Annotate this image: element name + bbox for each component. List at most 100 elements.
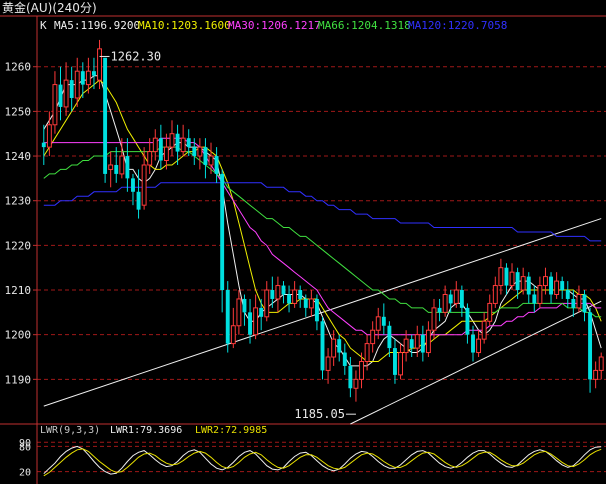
candle bbox=[169, 120, 175, 157]
candle bbox=[264, 281, 270, 322]
candle-body bbox=[442, 293, 448, 313]
lwr-tick-label: 90 bbox=[19, 438, 31, 449]
candle bbox=[526, 272, 531, 304]
legend-lwr1: LWR1:79.3696 bbox=[110, 425, 182, 436]
candle bbox=[214, 147, 219, 183]
candle-body bbox=[409, 339, 414, 349]
candle bbox=[275, 276, 281, 313]
chart-header: 黄金(AU)(240分) bbox=[2, 0, 97, 15]
candle-body bbox=[270, 290, 275, 299]
candle-body bbox=[420, 334, 425, 353]
candle-body bbox=[92, 71, 96, 76]
candle-body bbox=[97, 48, 102, 81]
candle-body bbox=[58, 84, 63, 107]
candle-body bbox=[275, 285, 281, 300]
candle bbox=[498, 258, 504, 295]
candle-body bbox=[264, 289, 270, 318]
candle bbox=[588, 307, 593, 393]
candle-body bbox=[192, 147, 197, 157]
candle-body bbox=[163, 146, 169, 162]
candle-body bbox=[459, 290, 464, 308]
legend-ma5: MA5:1196.9200 bbox=[54, 19, 140, 32]
y-tick-label: 1200 bbox=[5, 329, 32, 342]
candle-body bbox=[325, 356, 331, 371]
candle-body bbox=[364, 343, 370, 362]
candle bbox=[492, 276, 498, 308]
candle bbox=[409, 334, 414, 358]
candle bbox=[108, 151, 114, 188]
candle bbox=[554, 272, 560, 299]
candle bbox=[125, 138, 130, 192]
candle-body bbox=[253, 307, 259, 336]
candle-body bbox=[448, 294, 453, 304]
lwr2-line bbox=[43, 448, 602, 477]
candle bbox=[387, 321, 392, 358]
candle-body bbox=[348, 365, 353, 389]
candle-body bbox=[353, 378, 359, 389]
candle-body bbox=[119, 155, 125, 175]
candle-body bbox=[203, 147, 208, 165]
candle-body bbox=[136, 191, 141, 210]
candle-body bbox=[186, 138, 191, 148]
candle-body bbox=[158, 138, 163, 161]
candle-body bbox=[598, 356, 604, 371]
lwr-legend: LWR(9,3,3) LWR1:79.3696 LWR2:72.9985 bbox=[40, 425, 267, 436]
candle bbox=[549, 272, 553, 304]
candle-body bbox=[314, 298, 319, 322]
candle-body bbox=[425, 329, 431, 354]
candle-body bbox=[303, 298, 308, 308]
candle-body bbox=[331, 338, 337, 358]
candle-body bbox=[337, 339, 342, 353]
candle bbox=[259, 298, 264, 331]
price-annotations: 1262.30 1185.05 bbox=[99, 49, 356, 421]
y-tick-label: 1210 bbox=[5, 284, 32, 297]
y-tick-label: 1190 bbox=[5, 373, 32, 386]
y-tick-label: 1220 bbox=[5, 239, 32, 252]
candle-body bbox=[80, 71, 85, 85]
candle-body bbox=[515, 272, 520, 291]
annotation-label: 1185.05 bbox=[294, 407, 345, 421]
candle-body bbox=[152, 137, 158, 153]
candle-body bbox=[375, 316, 381, 331]
candle bbox=[308, 290, 314, 317]
candle bbox=[537, 276, 543, 308]
candle-body bbox=[242, 298, 247, 313]
candle bbox=[582, 290, 587, 322]
candle bbox=[560, 276, 565, 299]
candle-body bbox=[225, 290, 230, 344]
chart-title: 黄金(AU)(240分) bbox=[2, 0, 97, 15]
candle-body bbox=[169, 133, 175, 148]
candle-body bbox=[554, 280, 560, 295]
candle bbox=[197, 138, 203, 170]
candle-body bbox=[381, 316, 386, 326]
legend-ma10: MA10:1203.1600 bbox=[138, 19, 231, 32]
candle bbox=[398, 343, 403, 380]
candle bbox=[381, 303, 386, 335]
ma-legend: K MA5:1196.9200 MA10:1203.1600 MA30:1206… bbox=[40, 19, 507, 32]
candle bbox=[515, 267, 520, 299]
candle-body bbox=[571, 298, 576, 308]
candle-body bbox=[125, 156, 130, 179]
candle-body bbox=[588, 312, 593, 380]
candle-body bbox=[398, 352, 403, 376]
candle-body bbox=[114, 164, 119, 174]
main-y-axis: 1190 1200 1210 1220 1230 1240 1250 1260 bbox=[5, 61, 37, 386]
candle-body bbox=[259, 307, 264, 317]
candle-body bbox=[532, 294, 537, 304]
legend-ma30: MA30:1206.1217 bbox=[228, 19, 321, 32]
candle-body bbox=[298, 290, 303, 299]
candle-body bbox=[292, 289, 298, 304]
candle-body bbox=[431, 307, 437, 331]
candle-body bbox=[437, 307, 442, 313]
y-tick-label: 1260 bbox=[5, 61, 32, 74]
candle bbox=[437, 298, 442, 322]
candle-body bbox=[180, 137, 186, 153]
candle-body bbox=[576, 293, 582, 309]
candle-body bbox=[504, 267, 509, 286]
candle-body bbox=[414, 334, 420, 349]
candle bbox=[370, 321, 376, 353]
candle bbox=[114, 147, 119, 183]
candle-body bbox=[342, 352, 347, 366]
candle bbox=[253, 294, 259, 340]
candle bbox=[281, 281, 286, 304]
